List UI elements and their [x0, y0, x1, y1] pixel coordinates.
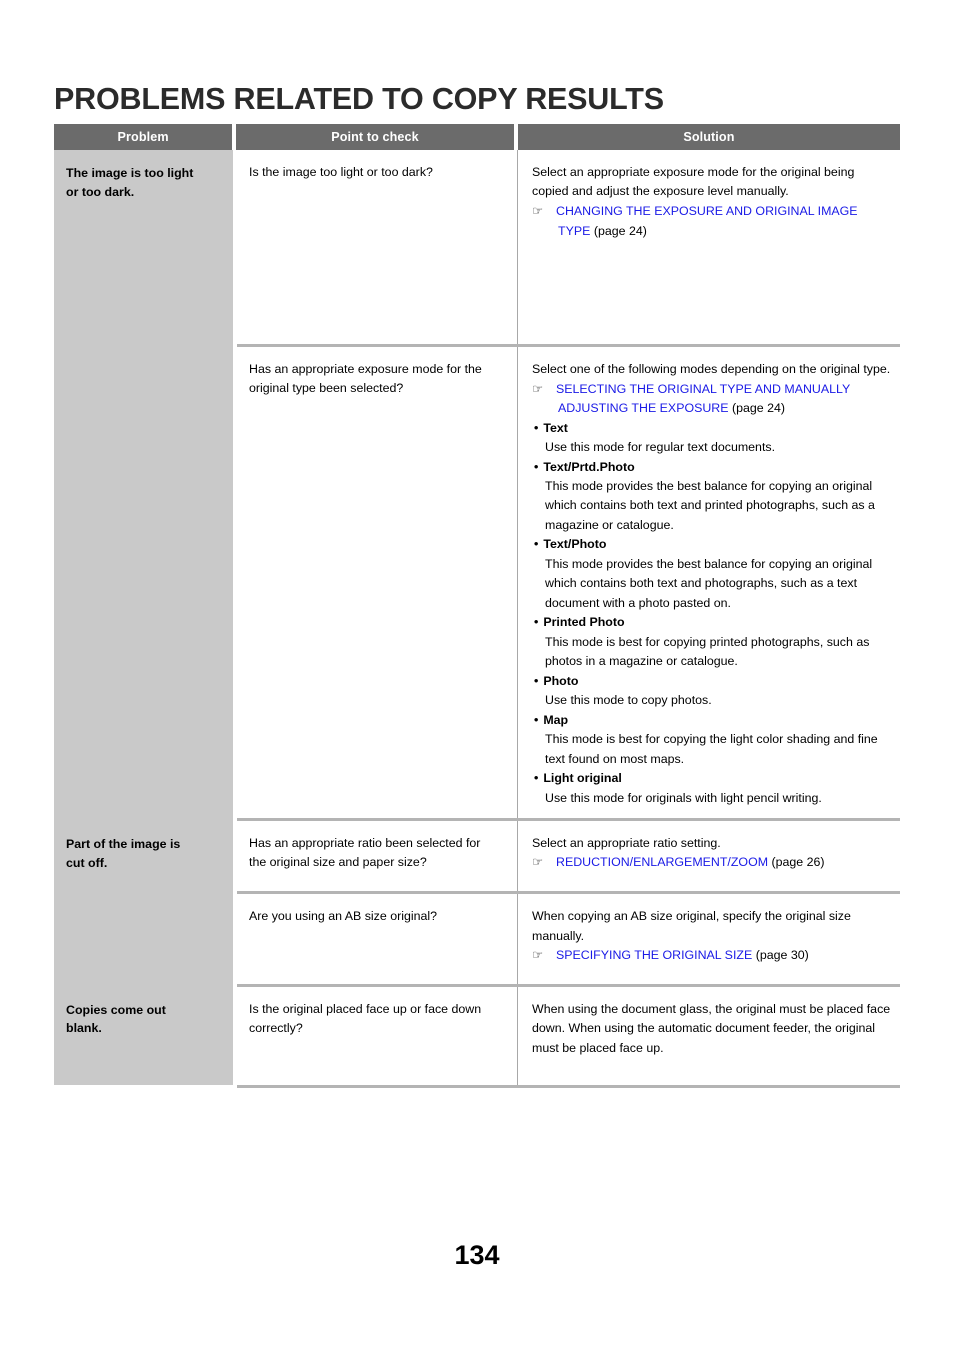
bullet-icon: •: [534, 673, 539, 688]
bullet-icon: •: [534, 712, 539, 727]
mode-name: • Map: [532, 711, 893, 730]
mode-name: • Text/Prtd.Photo: [532, 458, 893, 477]
table-group: Copies come out blank. Is the original p…: [54, 983, 900, 1086]
problem-cell: Copies come out blank.: [54, 986, 233, 1086]
cell-spacer: [532, 1058, 893, 1072]
solution-cell: Select an appropriate exposure mode for …: [517, 150, 901, 348]
mode-description: Use this mode for originals with light p…: [545, 790, 822, 805]
pointing-hand-icon: ☞: [532, 855, 544, 870]
problem-label-line: blank.: [66, 1021, 102, 1036]
group-rows: Is the image too light or too dark? Sele…: [237, 150, 904, 821]
cell-spacer: [532, 241, 893, 334]
table-header-row: Problem Point to check Solution: [54, 124, 900, 150]
table-group: Part of the image is cut off. Has an app…: [54, 817, 900, 987]
column-header-solution: Solution: [517, 124, 900, 150]
solution-text: Select one of the following modes depend…: [532, 362, 891, 377]
table-body: The image is too light or too dark. Is t…: [54, 150, 900, 1089]
list-item: • Map This mode is best for copying the l…: [532, 711, 893, 769]
problem-label-line: Copies come out: [66, 1002, 166, 1017]
problem-cell: Part of the image is cut off.: [54, 820, 233, 987]
table-row: Is the image too light or too dark? Sele…: [237, 150, 904, 348]
table-row: Are you using an AB size original? When …: [237, 891, 904, 987]
solution-text: When using the document glass, the origi…: [532, 1001, 891, 1055]
cross-reference-page: (page 24): [593, 223, 647, 238]
solution-cell: When copying an AB size original, specif…: [517, 894, 901, 987]
mode-name-text: Printed Photo: [543, 615, 625, 630]
problem-label-line: or too dark.: [66, 184, 135, 199]
bullet-icon: •: [534, 459, 539, 474]
bullet-icon: •: [534, 420, 539, 435]
column-header-point-to-check: Point to check: [236, 124, 514, 150]
bullet-icon: •: [534, 771, 539, 786]
document-page: PROBLEMS RELATED TO COPY RESULTS Problem…: [0, 0, 954, 1351]
mode-name: • Light original: [532, 769, 893, 788]
cross-reference-label: SELECTING THE ORIGINAL TYPE AND MANUALLY…: [556, 381, 851, 416]
mode-name-text: Text/Photo: [543, 537, 607, 552]
mode-description: This mode provides the best balance for …: [545, 479, 875, 532]
cross-reference-label: REDUCTION/ENLARGEMENT/ZOOM: [556, 855, 769, 870]
bullet-icon: •: [534, 537, 539, 552]
table-group: The image is too light or too dark. Is t…: [54, 150, 900, 821]
cross-reference-page: (page 30): [755, 948, 809, 962]
pointing-hand-icon: ☞: [532, 948, 544, 962]
mode-name: • Text/Photo: [532, 535, 893, 554]
mode-name: • Printed Photo: [532, 613, 893, 632]
list-item: • Light original Use this mode for origin…: [532, 769, 893, 808]
troubleshooting-table: Problem Point to check Solution The imag…: [54, 124, 900, 1089]
point-to-check-cell: Is the image too light or too dark?: [249, 165, 433, 179]
solution-text: Select an appropriate exposure mode for …: [532, 165, 855, 199]
problem-label-line: Part of the image is: [66, 836, 181, 851]
mode-name-text: Text/Prtd.Photo: [543, 459, 635, 474]
mode-name-text: Light original: [543, 771, 622, 786]
cross-reference-page: (page 26): [771, 855, 825, 870]
solution-cell: Select an appropriate ratio setting. ☞ RE…: [517, 820, 901, 895]
mode-name: • Photo: [532, 672, 893, 691]
bullet-icon: •: [534, 615, 539, 630]
solution-cell: Select one of the following modes depend…: [517, 347, 901, 821]
point-to-check-cell: Has an appropriate ratio been selected f…: [249, 835, 481, 870]
cross-reference-page: (page 24): [731, 401, 786, 416]
pointing-hand-icon: ☞: [532, 203, 544, 218]
list-item: • Text/Photo This mode provides the best …: [532, 535, 893, 613]
problem-label-line: cut off.: [66, 855, 108, 870]
point-to-check-cell: Has an appropriate exposure mode for the…: [249, 362, 482, 396]
mode-description: Use this mode to copy photos.: [545, 693, 712, 708]
list-item: • Printed Photo This mode is best for cop…: [532, 613, 893, 671]
cell-spacer: [532, 873, 893, 881]
exposure-mode-list: • Text Use this mode for regular text doc…: [532, 419, 893, 808]
mode-name-text: Text: [543, 420, 568, 435]
solution-cell: When using the document glass, the origi…: [517, 986, 901, 1086]
cross-reference-link[interactable]: ☞ REDUCTION/ENLARGEMENT/ZOOM (page 26): [532, 853, 893, 873]
column-header-problem: Problem: [54, 124, 233, 150]
cell-spacer: [532, 966, 893, 974]
mode-description: This mode is best for copying printed ph…: [545, 634, 870, 669]
mode-name: • Text: [532, 419, 893, 438]
cross-reference-link[interactable]: ☞ CHANGING THE EXPOSURE AND ORIGINAL IMAG…: [532, 202, 893, 241]
list-item: • Text/Prtd.Photo This mode provides the …: [532, 458, 893, 536]
solution-text: Select an appropriate ratio setting.: [532, 835, 721, 850]
group-rows: Has an appropriate ratio been selected f…: [237, 820, 904, 987]
problem-label-line: The image is too light: [66, 166, 194, 180]
point-to-check-cell: Are you using an AB size original?: [249, 909, 438, 924]
mode-description: This mode provides the best balance for …: [545, 556, 873, 610]
mode-description: This mode is best for copying the light …: [545, 732, 878, 766]
list-item: • Text Use this mode for regular text doc…: [532, 419, 893, 458]
list-item: • Photo Use this mode to copy photos.: [532, 672, 893, 711]
mode-name-text: Map: [543, 712, 569, 727]
mode-name-text: Photo: [543, 673, 579, 688]
pointing-hand-icon: ☞: [532, 381, 544, 396]
cross-reference-label: SPECIFYING THE ORIGINAL SIZE: [556, 948, 753, 962]
mode-description: Use this mode for regular text documents…: [545, 440, 776, 455]
solution-text: When copying an AB size original, specif…: [532, 909, 851, 943]
table-row: Is the original placed face up or face d…: [237, 986, 904, 1086]
table-row: Has an appropriate ratio been selected f…: [237, 820, 904, 895]
page-number: 134: [454, 1240, 500, 1270]
group-rows: Is the original placed face up or face d…: [237, 986, 904, 1086]
cross-reference-link[interactable]: ☞ SPECIFYING THE ORIGINAL SIZE (page 30): [532, 946, 893, 966]
problem-cell: The image is too light or too dark.: [54, 150, 233, 821]
page-title: PROBLEMS RELATED TO COPY RESULTS: [54, 82, 664, 117]
cross-reference-link[interactable]: ☞ SELECTING THE ORIGINAL TYPE AND MANUALL…: [532, 380, 893, 419]
point-to-check-cell: Is the original placed face up or face d…: [249, 1001, 482, 1035]
table-row: Has an appropriate exposure mode for the…: [237, 344, 904, 821]
